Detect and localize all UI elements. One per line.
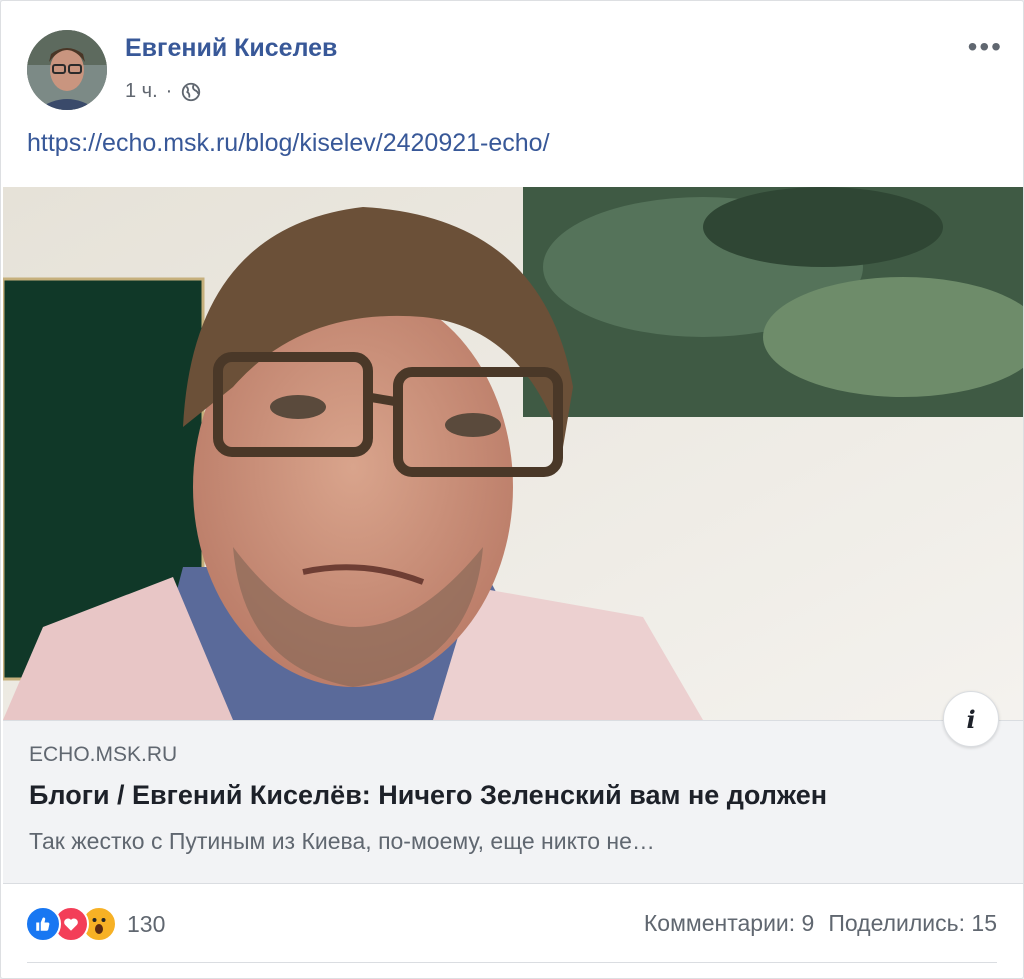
globe-icon <box>182 82 201 101</box>
info-icon[interactable]: i <box>943 691 999 747</box>
link-preview[interactable]: i ECHO.MSK.RU Блоги / Евгений Киселёв: Н… <box>3 691 1023 884</box>
like-icon <box>25 906 61 942</box>
shares-count[interactable]: Поделились: 15 <box>828 910 997 937</box>
post-time[interactable]: 1 ч. <box>125 80 158 103</box>
post-meta: 1 ч. · <box>125 80 202 103</box>
preview-domain: ECHO.MSK.RU <box>29 743 178 766</box>
footer-divider <box>27 962 997 963</box>
link-preview-image[interactable] <box>3 187 1023 720</box>
reaction-count: 130 <box>127 910 166 937</box>
more-options-icon[interactable]: ••• <box>968 31 1003 63</box>
post-footer: 130 Комментарии: 9 Поделились: 15 <box>1 884 1023 964</box>
post-stats: Комментарии: 9 Поделились: 15 <box>644 910 997 937</box>
comments-count[interactable]: Комментарии: 9 <box>644 910 814 937</box>
reactions-summary[interactable]: 130 <box>25 906 165 942</box>
author-name[interactable]: Евгений Киселев <box>125 34 337 63</box>
post-card: Евгений Киселев 1 ч. · ••• https://echo.… <box>0 0 1024 979</box>
preview-description: Так жестко с Путиным из Киева, по-моему,… <box>29 828 655 854</box>
meta-separator: · <box>165 80 173 102</box>
post-text-link[interactable]: https://echo.msk.ru/blog/kiselev/2420921… <box>27 129 550 158</box>
preview-title[interactable]: Блоги / Евгений Киселёв: Ничего Зеленски… <box>29 780 827 811</box>
author-avatar[interactable] <box>27 30 107 110</box>
